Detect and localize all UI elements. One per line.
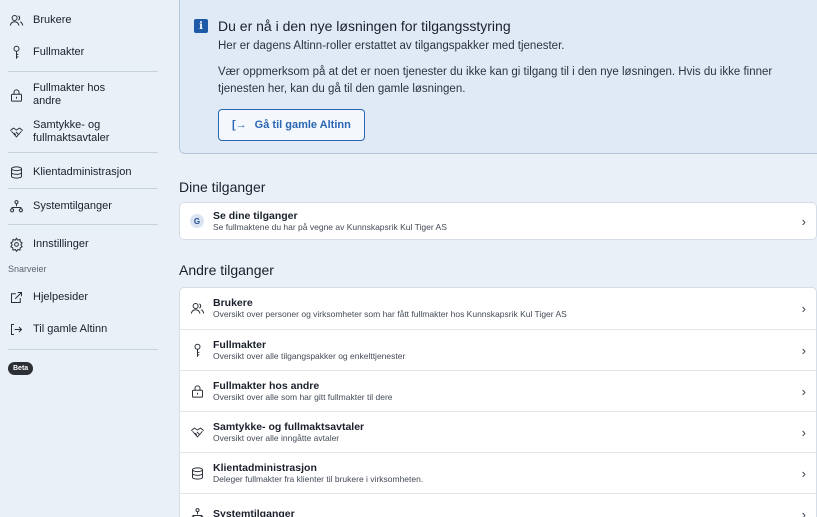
sidebar-item-fullmakter-hos-andre[interactable]: Fullmakter hos andre — [8, 82, 158, 108]
list-item-brukere[interactable]: Brukere Oversikt over personer og virkso… — [180, 288, 816, 329]
info-banner: i Du er nå i den nye løsningen for tilga… — [179, 0, 817, 154]
row-title: Systemtilganger — [213, 508, 295, 517]
chevron-right-icon: › — [801, 424, 806, 440]
enter-icon — [8, 321, 24, 337]
list-item-samtykke[interactable]: Samtykke- og fullmaktsavtaler Oversikt o… — [180, 411, 816, 452]
other-access-card: Brukere Oversikt over personer og virkso… — [179, 287, 817, 517]
list-item-see-access[interactable]: G Se dine tilganger Se fullmaktene du ha… — [180, 203, 816, 239]
sidebar: Brukere Fullmakter Fullmakter hos andre … — [0, 0, 171, 517]
info-icon: i — [194, 19, 208, 33]
chevron-right-icon: › — [801, 213, 806, 229]
shortcuts-heading: Snarveier — [8, 264, 47, 274]
gear-icon — [8, 236, 24, 252]
row-text: Brukere Oversikt over personer og virkso… — [213, 297, 794, 320]
row-text: Klientadministrasjon Deleger fullmakter … — [213, 462, 794, 485]
row-text: Fullmakter Oversikt over alle tilgangspa… — [213, 339, 794, 362]
avatar-badge: G — [190, 214, 204, 228]
row-text: Se dine tilganger Se fullmaktene du har … — [213, 210, 794, 233]
users-icon — [8, 12, 24, 28]
sidebar-item-label: Brukere — [33, 14, 72, 26]
row-title: Fullmakter — [213, 338, 267, 351]
sidebar-item-samtykke[interactable]: Samtykke- og fullmaktsavtaler — [8, 119, 158, 145]
enter-icon: [→ — [232, 119, 247, 131]
sidebar-item-label: Fullmakter — [33, 46, 85, 58]
section-title-your-access: Dine tilganger — [179, 179, 266, 195]
database-icon — [188, 464, 206, 482]
row-title: Klientadministrasjon — [213, 461, 317, 474]
key-icon — [188, 341, 206, 359]
sidebar-item-label: Klientadministrasjon — [33, 166, 132, 178]
sidebar-item-klientadministrasjon[interactable]: Klientadministrasjon — [8, 164, 158, 180]
sidebar-divider — [8, 71, 158, 72]
sidebar-item-systemtilganger[interactable]: Systemtilganger — [8, 198, 158, 214]
sidebar-divider — [8, 349, 158, 350]
row-title: Se dine tilganger — [213, 209, 298, 222]
go-to-old-altinn-button[interactable]: [→ Gå til gamle Altinn — [218, 109, 365, 141]
list-item-klientadministrasjon[interactable]: Klientadministrasjon Deleger fullmakter … — [180, 452, 816, 493]
banner-warning-text: Vær oppmerksom på at det er noen tjenest… — [218, 66, 773, 95]
sidebar-item-label: Systemtilganger — [33, 200, 112, 212]
sidebar-item-label: Samtykke- og fullmaktsavtaler — [33, 119, 110, 144]
row-title: Brukere — [213, 297, 253, 309]
row-text: Fullmakter hos andre Oversikt over alle … — [213, 380, 794, 403]
list-item-fullmakter[interactable]: Fullmakter Oversikt over alle tilgangspa… — [180, 329, 816, 370]
banner-title-row: i Du er nå i den nye løsningen for tilga… — [194, 18, 801, 34]
sidebar-item-hjelpesider[interactable]: Hjelpesider — [8, 289, 158, 305]
row-description: Oversikt over alle som har gitt fullmakt… — [213, 391, 393, 402]
list-item-fullmakter-hos-andre[interactable]: Fullmakter hos andre Oversikt over alle … — [180, 370, 816, 411]
banner-text: Her er dagens Altinn-roller erstattet av… — [218, 40, 565, 52]
handbag-icon — [8, 87, 24, 103]
sidebar-divider — [8, 152, 158, 153]
row-title: Samtykke- og fullmaktsavtaler — [213, 420, 365, 433]
sidebar-item-til-gamle-altinn[interactable]: Til gamle Altinn — [8, 321, 158, 337]
chevron-right-icon: › — [801, 506, 806, 517]
handbag-icon — [188, 382, 206, 400]
sidebar-divider — [8, 224, 158, 225]
sidebar-divider — [8, 188, 158, 189]
your-access-card: G Se dine tilganger Se fullmaktene du ha… — [179, 202, 817, 240]
sidebar-item-brukere[interactable]: Brukere — [8, 12, 158, 28]
row-text: Samtykke- og fullmaktsavtaler Oversikt o… — [213, 421, 794, 444]
section-title-other-access: Andre tilganger — [179, 262, 274, 278]
database-icon — [8, 164, 24, 180]
users-icon — [188, 300, 206, 318]
sidebar-item-label: Hjelpesider — [33, 291, 89, 303]
sidebar-item-fullmakter[interactable]: Fullmakter — [8, 44, 158, 60]
sidebar-item-label: Innstillinger — [33, 238, 89, 250]
main-content: i Du er nå i den nye løsningen for tilga… — [179, 0, 817, 517]
sidebar-item-label: Til gamle Altinn — [33, 323, 108, 335]
hierarchy-icon — [188, 505, 206, 517]
key-icon — [8, 44, 24, 60]
sidebar-item-label: Fullmakter hos andre — [33, 82, 106, 107]
row-title: Fullmakter hos andre — [213, 379, 320, 392]
sidebar-item-innstillinger[interactable]: Innstillinger — [8, 236, 158, 252]
button-label: Gå til gamle Altinn — [254, 119, 351, 131]
beta-badge: Beta — [8, 362, 34, 375]
chevron-right-icon: › — [801, 383, 806, 399]
row-description: Oversikt over alle inngåtte avtaler — [213, 432, 340, 443]
row-description: Oversikt over alle tilgangspakker og enk… — [213, 350, 406, 361]
handshake-icon — [188, 423, 206, 441]
chevron-right-icon: › — [801, 465, 806, 481]
row-description: Deleger fullmakter fra klienter til bruk… — [213, 473, 424, 484]
chevron-right-icon: › — [801, 342, 806, 358]
row-description: Oversikt over personer og virksomheter s… — [213, 309, 567, 319]
row-description: Se fullmaktene du har på vegne av Kunnsk… — [213, 221, 447, 232]
row-text: Systemtilganger — [213, 508, 794, 517]
external-link-icon — [8, 289, 24, 305]
hierarchy-icon — [8, 198, 24, 214]
handshake-icon — [8, 124, 24, 140]
avatar: G — [188, 212, 206, 230]
list-item-systemtilganger[interactable]: Systemtilganger › — [180, 493, 816, 517]
banner-title: Du er nå i den nye løsningen for tilgang… — [218, 18, 511, 34]
chevron-right-icon: › — [801, 301, 806, 316]
